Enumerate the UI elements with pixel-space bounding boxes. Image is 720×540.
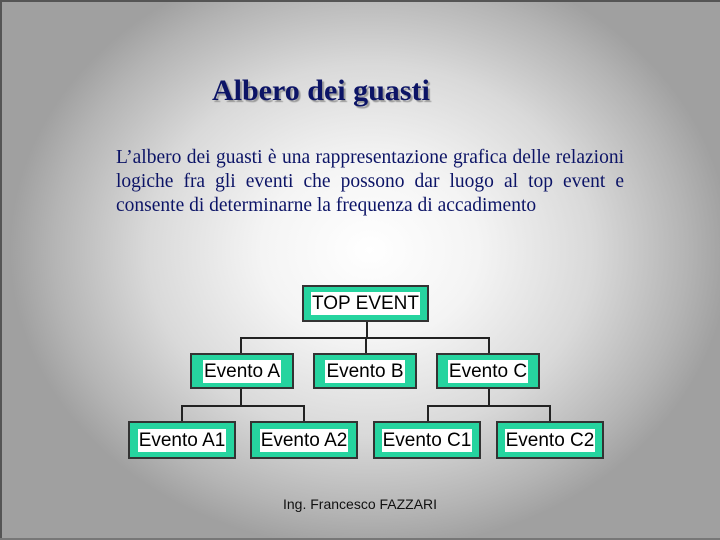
- slide-footer: Ing. Francesco FAZZARI: [283, 496, 438, 512]
- evento-b-box: Evento B: [313, 353, 417, 389]
- connector-to-evento-c1: [427, 405, 429, 422]
- connector-to-evento-b: [365, 337, 367, 354]
- top-event-label: TOP EVENT: [311, 292, 420, 315]
- evento-c1-box: Evento C1: [373, 421, 481, 459]
- connector-to-evento-a: [240, 337, 242, 354]
- evento-c-box: Evento C: [436, 353, 540, 389]
- evento-b-label: Evento B: [325, 359, 405, 383]
- connector-to-evento-c2: [549, 405, 551, 422]
- connector-c-down: [488, 388, 490, 406]
- evento-a1-box: Evento A1: [128, 421, 236, 459]
- evento-c1-label: Evento C1: [381, 428, 473, 452]
- connector-top-down: [366, 320, 368, 338]
- connector-to-evento-a1: [181, 405, 183, 422]
- connector-a-horizontal: [181, 405, 305, 407]
- connector-to-evento-c: [488, 337, 490, 354]
- evento-c-label: Evento C: [447, 359, 529, 383]
- connector-c-horizontal: [427, 405, 551, 407]
- evento-a-label: Evento A: [202, 359, 282, 383]
- connector-to-evento-a2: [303, 405, 305, 422]
- evento-a2-label: Evento A2: [259, 428, 349, 452]
- evento-c2-box: Evento C2: [496, 421, 604, 459]
- slide-frame-left: [0, 0, 2, 540]
- slide-title: Albero dei guasti: [212, 74, 430, 107]
- evento-c2-label: Evento C2: [504, 428, 596, 452]
- top-event-box: TOP EVENT: [302, 285, 429, 322]
- slide-paragraph: L’albero dei guasti è una rappresentazio…: [116, 147, 624, 216]
- slide-frame-top: [0, 0, 720, 2]
- evento-a-box: Evento A: [190, 353, 294, 389]
- evento-a2-box: Evento A2: [250, 421, 358, 459]
- evento-a1-label: Evento A1: [137, 428, 227, 452]
- connector-a-down: [240, 388, 242, 406]
